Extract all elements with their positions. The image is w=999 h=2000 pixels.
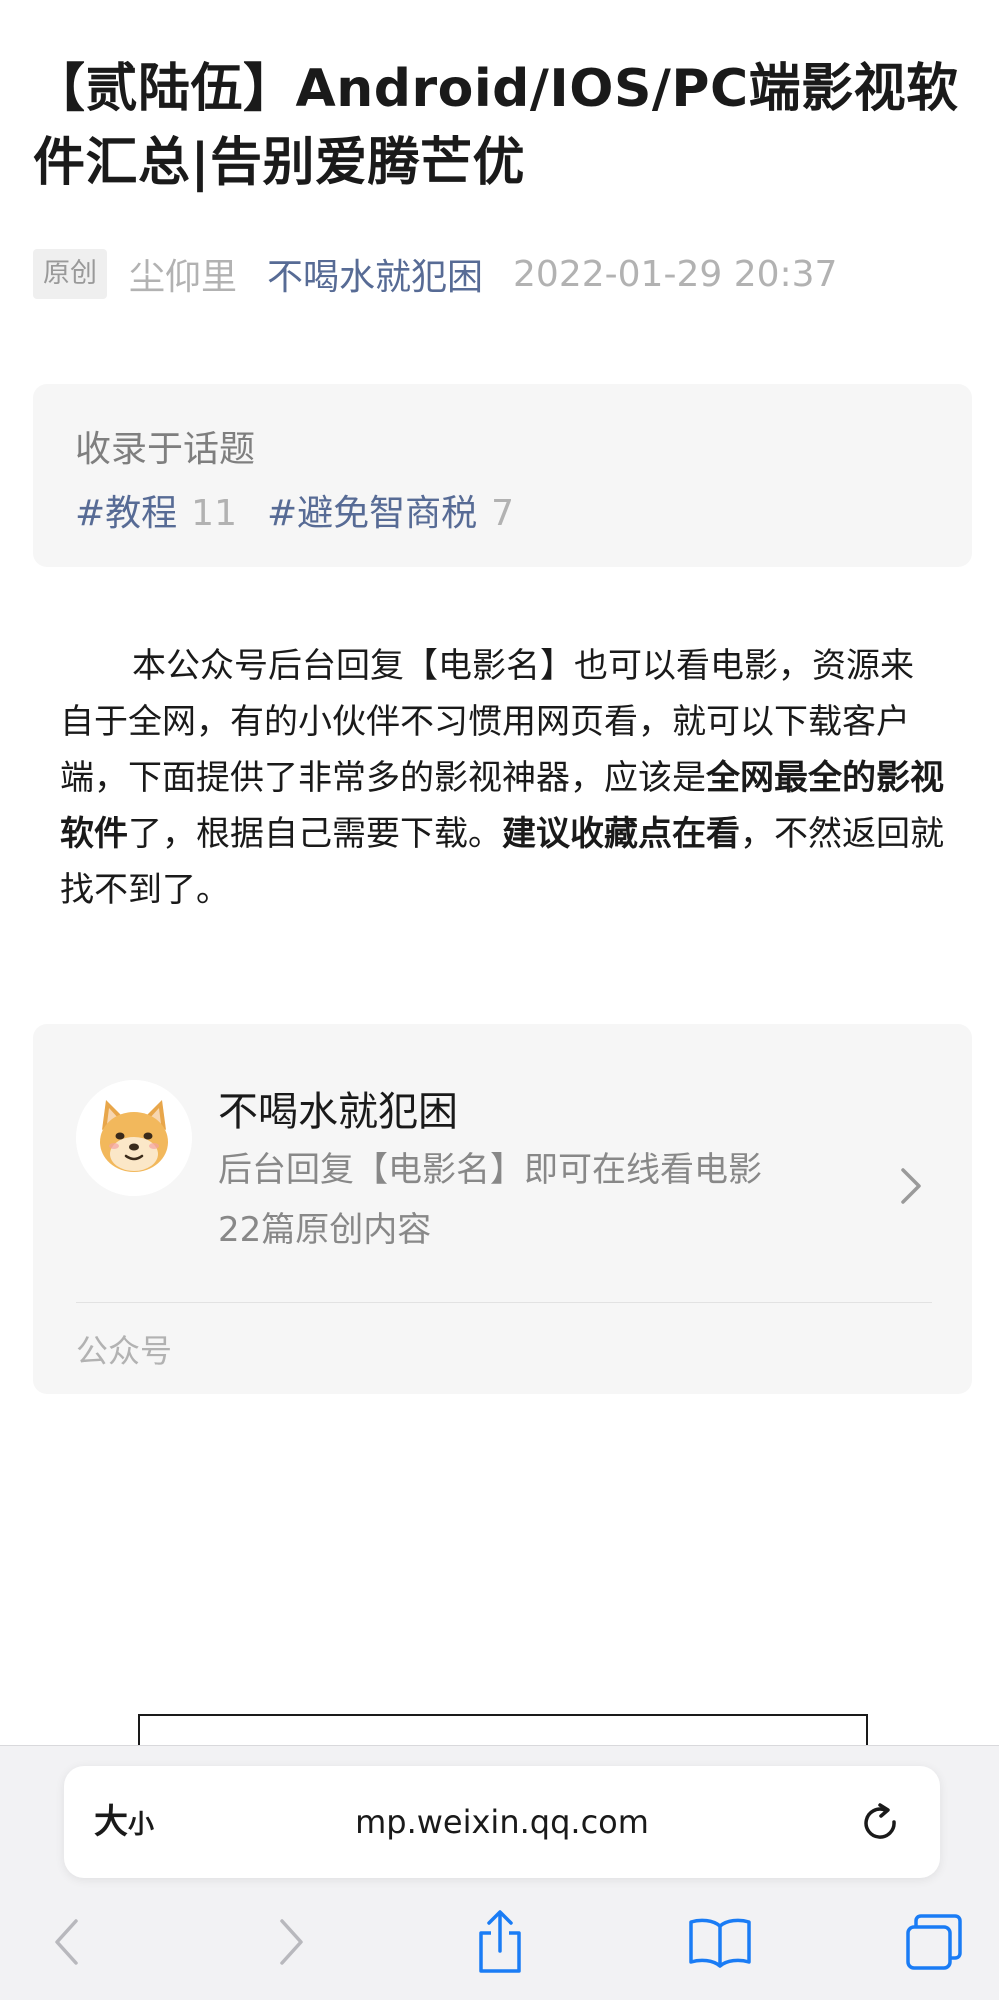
topic-tag-tutorial[interactable]: #教程 11 (75, 493, 237, 534)
topic-tag-avoid-iq-tax[interactable]: #避免智商税 7 (267, 493, 514, 534)
publish-date: 2022-01-29 20:37 (513, 253, 838, 295)
topic-tag-count: 7 (491, 493, 515, 534)
article-meta: 原创 尘仰里 不喝水就犯困 2022-01-29 20:37 (33, 248, 837, 300)
chevron-right-icon (280, 1919, 303, 1965)
tabs-button[interactable] (900, 1903, 968, 1981)
shiba-dog-avatar-icon (76, 1080, 192, 1196)
author-name: 尘仰里 (129, 257, 238, 298)
reload-icon[interactable] (858, 1800, 904, 1846)
topic-tag-label: #避免智商税 (266, 493, 478, 534)
topic-tag-label: #教程 (75, 493, 178, 534)
text-size-button[interactable]: 大小 (94, 1796, 154, 1848)
account-post-count: 22篇原创内容 (218, 1210, 432, 1250)
back-button[interactable] (42, 1903, 92, 1981)
text-size-small: 小 (128, 1810, 155, 1840)
bookmarks-button[interactable] (684, 1903, 756, 1981)
forward-button[interactable] (266, 1903, 316, 1981)
book-icon (689, 1918, 751, 1968)
embedded-image-frame (138, 1714, 868, 1745)
url-text[interactable]: mp.weixin.qq.com (264, 1796, 740, 1848)
account-link[interactable]: 不喝水就犯困 (267, 248, 483, 300)
topic-tags: #教程 11 #避免智商税 7 (75, 484, 514, 536)
account-profile-card[interactable]: 不喝水就犯困 后台回复【电影名】即可在线看电影 22篇原创内容 公众号 (33, 1024, 972, 1394)
topic-tag-count: 11 (191, 493, 237, 534)
intro-text: 了，根据自己需要下载。 (128, 814, 502, 854)
tabs-icon (906, 1914, 962, 1970)
share-icon (479, 1910, 521, 1973)
topic-card: 收录于话题 #教程 11 #避免智商税 7 (33, 384, 972, 567)
account-type-label: 公众号 (76, 1332, 173, 1370)
address-bar[interactable]: 大小 mp.weixin.qq.com (64, 1766, 940, 1878)
share-button[interactable] (467, 1903, 533, 1981)
article-content: 【贰陆伍】Android/IOS/PC端影视软件汇总|告别爱腾芒优 原创 尘仰里… (0, 0, 999, 1745)
account-description: 后台回复【电影名】即可在线看电影 (218, 1150, 762, 1190)
article-title: 【贰陆伍】Android/IOS/PC端影视软件汇总|告别爱腾芒优 (33, 59, 959, 193)
account-name: 不喝水就犯困 (218, 1089, 458, 1135)
intro-paragraph: 本公众号后台回复【电影名】也可以看电影，资源来自于全网，有的小伙伴不习惯用网页看… (60, 638, 945, 918)
chevron-left-icon (55, 1919, 78, 1965)
browser-bottom-bar: 大小 mp.weixin.qq.com (0, 1745, 999, 2000)
topic-heading: 收录于话题 (75, 429, 256, 470)
chevron-right-icon (899, 1164, 923, 1208)
intro-bold-text: 建议收藏点在看 (502, 814, 740, 854)
text-size-large: 大 (94, 1802, 128, 1842)
original-badge: 原创 (33, 249, 107, 299)
card-divider (76, 1302, 932, 1303)
